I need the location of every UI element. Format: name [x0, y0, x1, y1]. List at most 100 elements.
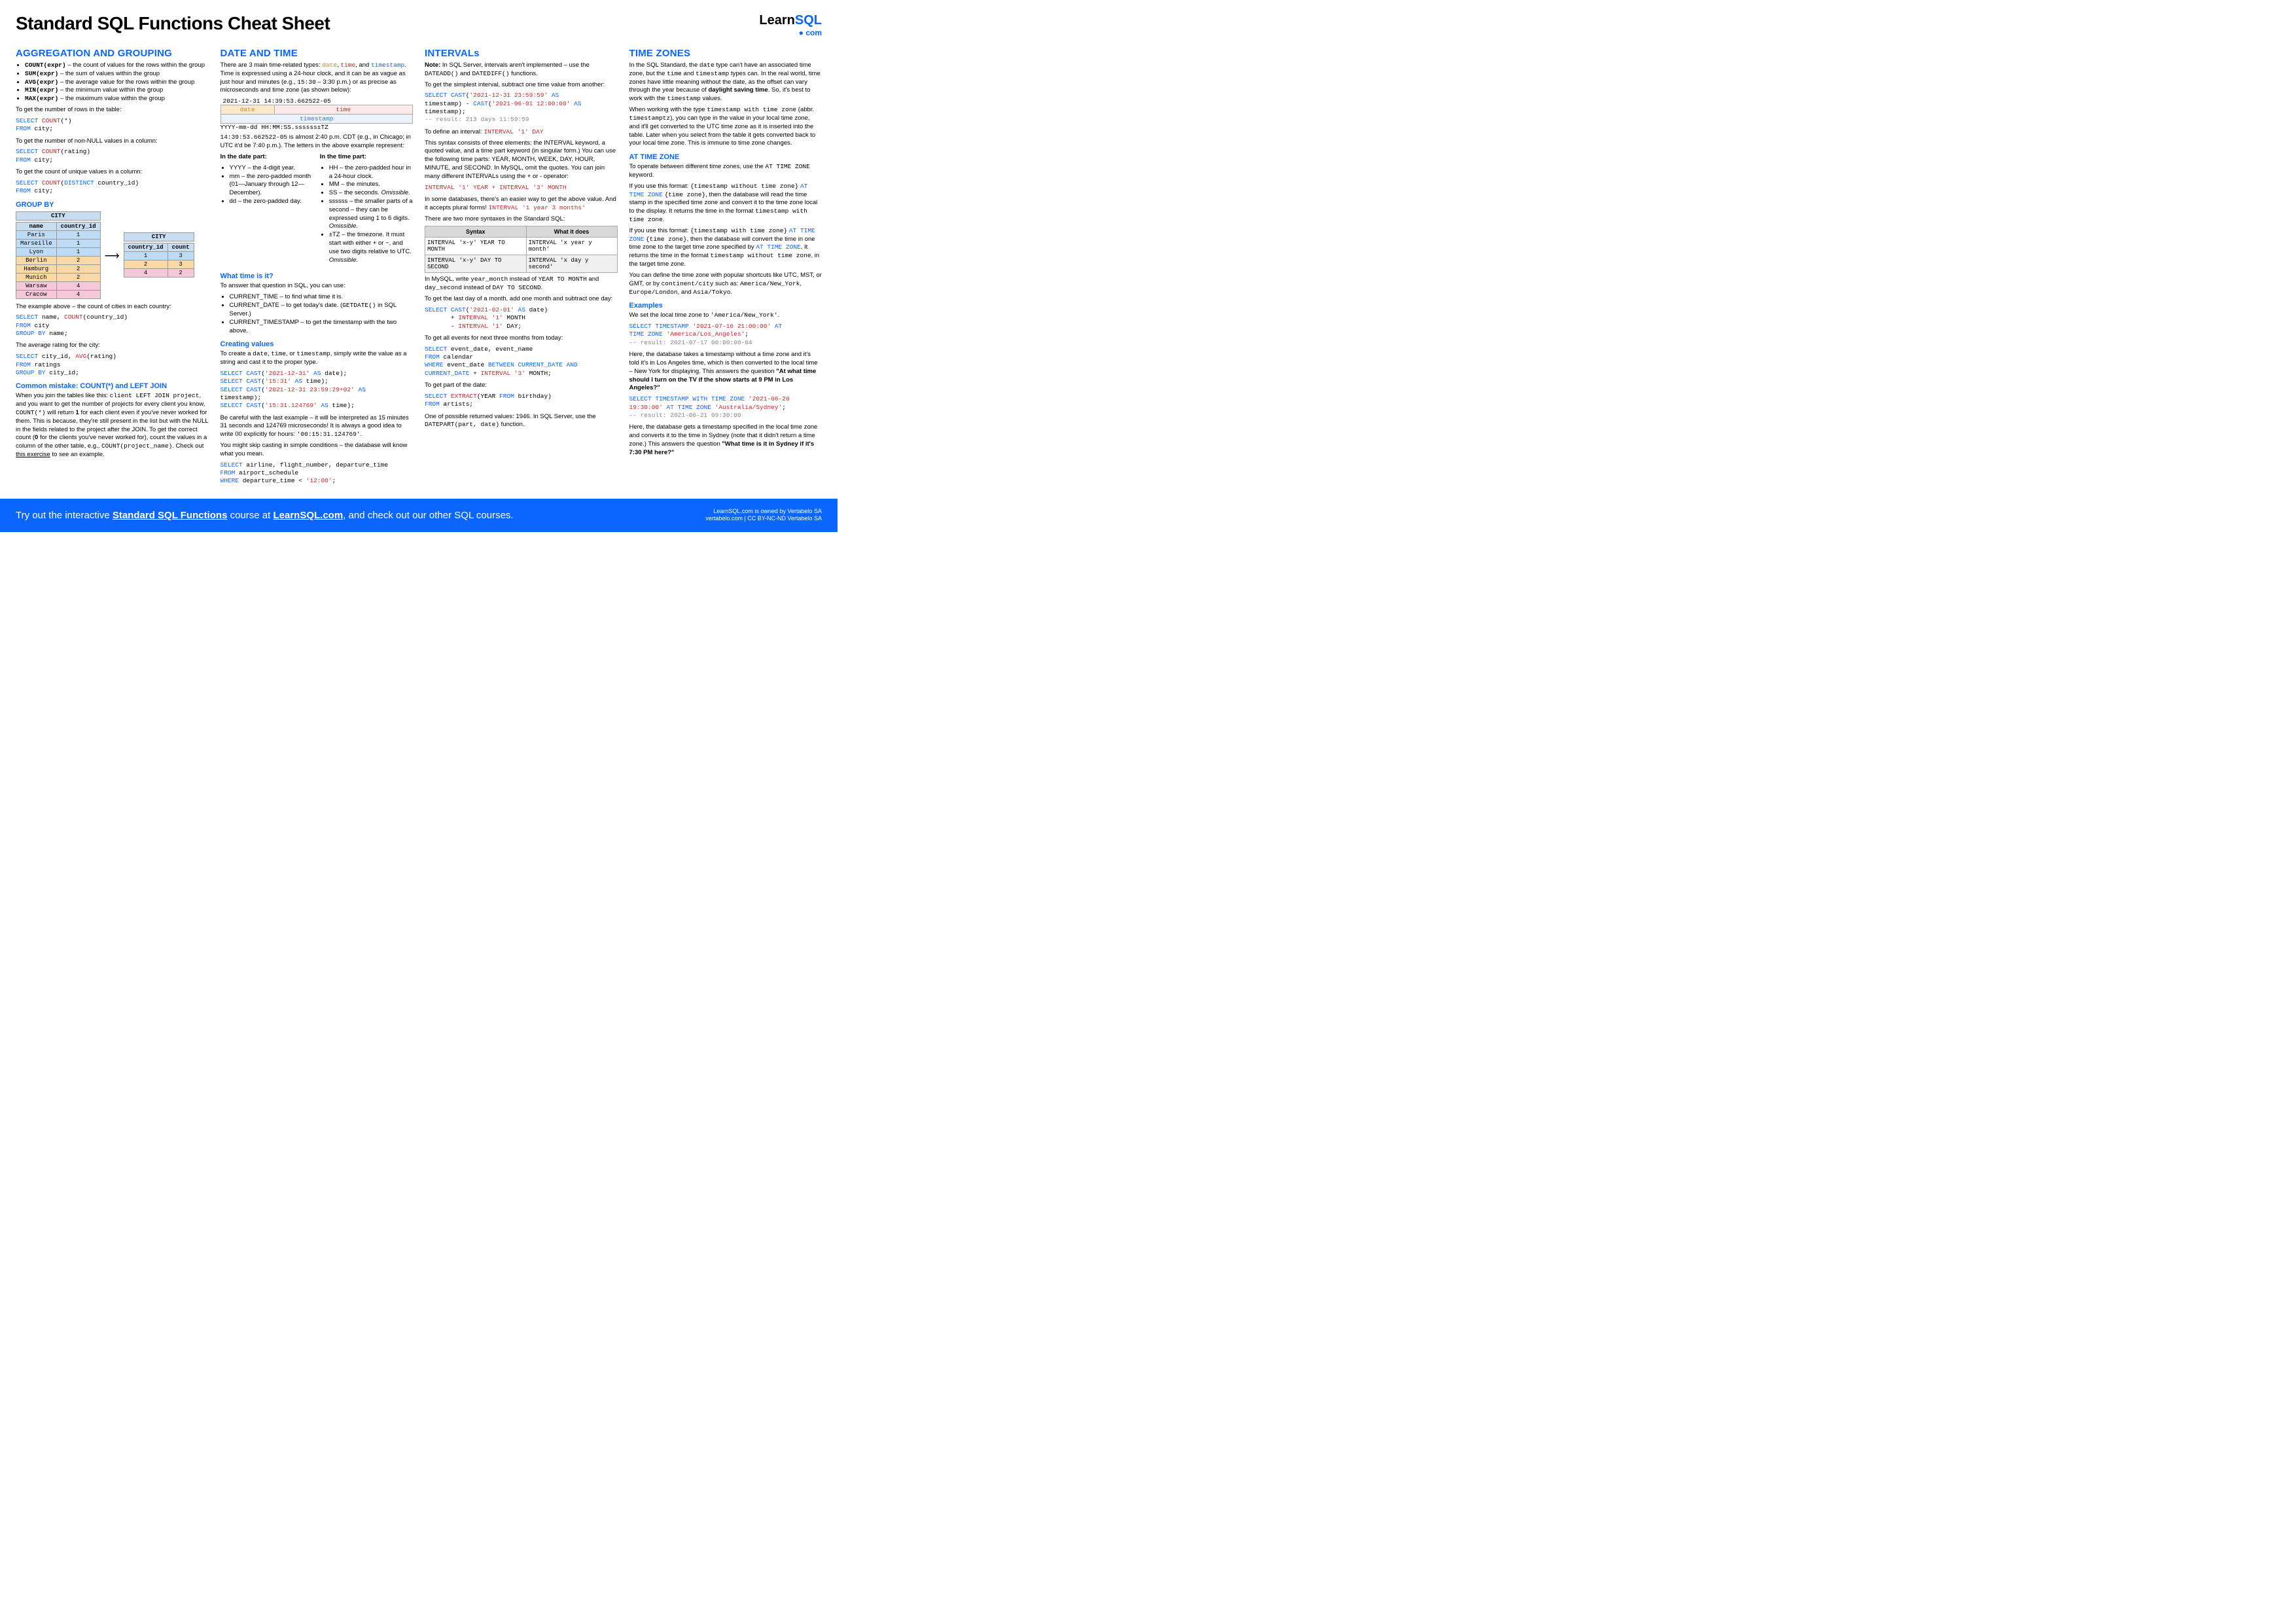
city-table: namecountry_id Paris1Marseille1Lyon1Berl…: [16, 222, 101, 299]
text: To define an interval: INTERVAL '1' DAY: [425, 128, 618, 137]
table-row: Lyon1: [16, 247, 101, 256]
text: To get the simplest interval, subtract o…: [425, 81, 618, 90]
logo: LearnSQL ● com: [759, 13, 822, 37]
current-list: CURRENT_TIME – to find what time it is. …: [221, 293, 414, 335]
heading-timezones: TIME ZONES: [629, 48, 822, 59]
date-label: date: [221, 105, 274, 115]
text: To get part of the date:: [425, 382, 618, 390]
table-row: Berlin2: [16, 256, 101, 264]
table-row: Cracow4: [16, 290, 101, 298]
exercise-link[interactable]: this exercise: [16, 451, 50, 458]
list-item: CURRENT_TIME – to find what time it is.: [230, 293, 414, 302]
heading-examples: Examples: [629, 302, 822, 310]
footer-text: Try out the interactive Standard SQL Fun…: [16, 510, 514, 521]
th: Syntax: [425, 226, 527, 238]
footer-copyright: LearnSQL.com is owned by Vertabelo SA ve…: [705, 508, 822, 523]
list-item: MM – the minutes.: [329, 181, 413, 189]
text: In MySQL, write year_month instead of YE…: [425, 276, 618, 293]
list-item: SS – the seconds. Omissible.: [329, 189, 413, 198]
heading-groupby: GROUP BY: [16, 201, 209, 209]
syntax-table: SyntaxWhat it does INTERVAL 'x-y' YEAR T…: [425, 226, 618, 273]
text: Note: In SQL Server, intervals aren't im…: [425, 62, 618, 79]
heading-creating: Creating values: [221, 340, 414, 348]
list-item: dd – the zero-padded day.: [230, 198, 313, 206]
heading-intervals: INTERVALs: [425, 48, 618, 59]
table-row: Paris1: [16, 230, 101, 239]
text: To operate between different time zones,…: [629, 163, 822, 180]
text: If you use this format: {timestamp with …: [629, 227, 822, 269]
code-block: SELECT event_date, event_name FROM calen…: [425, 346, 618, 378]
code-block: SELECT CAST('2021-02-01' AS date) + INTE…: [425, 306, 618, 330]
text: To get the count of unique values in a c…: [16, 168, 209, 177]
list-item: YYYY – the 4-digit year.: [230, 164, 313, 173]
text: This syntax consists of three elements: …: [425, 139, 618, 181]
text: There are two more syntaxes in the Stand…: [425, 215, 618, 224]
text: The example above – the count of cities …: [16, 303, 209, 312]
table-row: 23: [124, 260, 194, 269]
groupby-diagram: CITY namecountry_id Paris1Marseille1Lyon…: [16, 211, 209, 300]
code-block: SELECT TIMESTAMP WITH TIME ZONE '2021-06…: [629, 395, 822, 419]
code-block: SELECT CAST('2021-12-31 23:59:59' AS tim…: [425, 92, 618, 124]
heading-datetime: DATE AND TIME: [221, 48, 414, 59]
text: Be careful with the last example – it wi…: [221, 414, 414, 439]
column-timezones: TIME ZONES In the SQL Standard, the date…: [629, 45, 822, 490]
table-title: CITY: [16, 211, 101, 221]
text: You might skip casting in simple conditi…: [221, 442, 414, 459]
code-block: SELECT TIMESTAMP '2021-07-16 21:00:00' A…: [629, 323, 822, 347]
list-item: MAX(expr) – the maximum value within the…: [25, 95, 209, 103]
arrow-icon: ⟶: [105, 249, 120, 262]
text: Here, the database gets a timestamp spec…: [629, 423, 822, 457]
page-title: Standard SQL Functions Cheat Sheet: [16, 13, 330, 34]
td: INTERVAL 'x year y month': [526, 238, 617, 255]
text: We set the local time zone to 'America/N…: [629, 312, 822, 320]
text: To get the number of rows in the table:: [16, 106, 209, 115]
subheading-datepart: In the date part:: [221, 153, 267, 160]
text: In some databases, there's an easier way…: [425, 196, 618, 213]
text: One of possible returned values: 1946. I…: [425, 413, 618, 430]
list-item: SUM(expr) – the sum of values within the…: [25, 70, 209, 79]
text: The average rating for the city:: [16, 342, 209, 350]
timestamp-label: timestamp: [221, 115, 414, 124]
td: INTERVAL 'x-y' YEAR TO MONTH: [425, 238, 527, 255]
list-item: CURRENT_TIMESTAMP – to get the timestamp…: [230, 319, 414, 336]
heading-whattime: What time is it?: [221, 272, 414, 280]
heading-aggregation: AGGREGATION AND GROUPING: [16, 48, 209, 59]
list-item: MIN(expr) – the minimum value within the…: [25, 86, 209, 95]
text: There are 3 main time-related types: dat…: [221, 62, 414, 95]
subheading-timepart: In the time part:: [320, 153, 366, 160]
code-block: SELECT CAST('2021-12-31' AS date); SELEC…: [221, 370, 414, 410]
site-link[interactable]: LearnSQL.com: [273, 510, 343, 521]
list-item: CURRENT_DATE – to get today's date. (GET…: [230, 302, 414, 319]
th: count: [168, 243, 194, 252]
logo-sub: ● com: [759, 28, 822, 37]
list-item: HH – the zero-padded hour in a 24-hour c…: [329, 164, 413, 181]
text: 14:39:53.662522-05 is almost 2:40 p.m. C…: [221, 134, 414, 151]
text-mistake: When you join the tables like this: clie…: [16, 392, 209, 459]
td: INTERVAL 'x-y' DAY TO SECOND: [425, 255, 527, 273]
table-row: Munich2: [16, 273, 101, 281]
th: country_id: [124, 243, 168, 252]
text: To get all events for next three months …: [425, 334, 618, 343]
code-block: INTERVAL '1' YEAR + INTERVAL '3' MONTH: [425, 184, 618, 192]
timestamp-diagram: 2021-12-31 14:39:53.662522-05 date time …: [221, 98, 414, 131]
text: To answer that question in SQL, you can …: [221, 282, 414, 291]
list-item: ±TZ – the timezone. It must start with e…: [329, 231, 413, 264]
course-link[interactable]: Standard SQL Functions: [113, 510, 228, 521]
code-block: SELECT city_id, AVG(rating) FROM ratings…: [16, 353, 209, 377]
logo-sql: SQL: [795, 13, 822, 27]
time-part-list: HH – the zero-padded hour in a 24-hour c…: [320, 164, 413, 265]
text: Here, the database takes a timestamp wit…: [629, 351, 822, 393]
time-label: time: [274, 105, 414, 115]
text: To get the number of non-NULL values in …: [16, 137, 209, 146]
th: name: [16, 222, 57, 230]
column-datetime: DATE AND TIME There are 3 main time-rela…: [221, 45, 414, 490]
footer: Try out the interactive Standard SQL Fun…: [0, 499, 838, 532]
table-row: Warsaw4: [16, 281, 101, 290]
table-row: 42: [124, 269, 194, 277]
table-row: Hamburg2: [16, 264, 101, 273]
code-block: SELECT COUNT(DISTINCT country_id) FROM c…: [16, 179, 209, 196]
logo-learn: Learn: [759, 13, 794, 27]
text: When working with the type timestamp wit…: [629, 106, 822, 148]
code-block: SELECT name, COUNT(country_id) FROM city…: [16, 313, 209, 338]
result-table: country_idcount 132342: [124, 243, 194, 277]
